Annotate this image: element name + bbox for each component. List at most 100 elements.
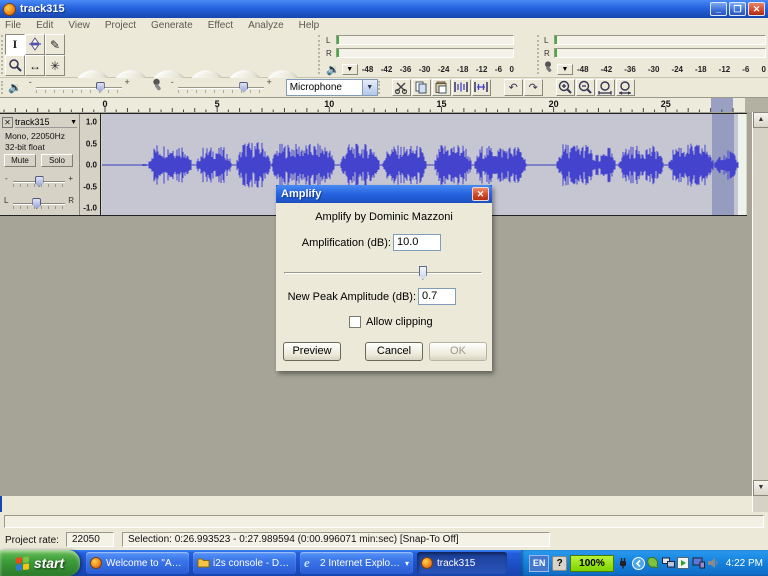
scroll-up-icon[interactable]: ▲ [753,112,768,128]
amplification-slider[interactable] [284,265,482,281]
dialog-title-bar[interactable]: Amplify ✕ [276,185,492,203]
language-indicator[interactable]: EN [529,555,549,572]
fit-project-button[interactable] [616,79,635,96]
track-close-button[interactable]: ✕ [2,117,13,128]
toolbar-grip[interactable] [318,35,321,74]
multi-tool[interactable]: ✳ [45,55,65,76]
toolbar-grip[interactable] [378,81,381,94]
restore-button[interactable]: ❐ [729,2,746,16]
track-menu-dropdown-icon[interactable]: ▼ [70,119,77,126]
menu-analyze[interactable]: Analyze [248,20,284,31]
menu-edit[interactable]: Edit [36,20,53,31]
zoom-out-button[interactable] [576,79,595,96]
silence-button[interactable] [472,79,491,96]
meter-scale-label: -12 [476,65,488,74]
task-2-internet-explorer[interactable]: e2 Internet Explorer▾ [300,552,413,574]
menu-file[interactable]: File [5,20,21,31]
meter-channel-label: L [326,36,336,45]
ok-button[interactable]: OK [429,342,487,361]
media-player-icon[interactable] [677,557,690,570]
toolbar-grip[interactable] [1,35,4,74]
audacity-window: track315 _ ❐ ✕ File Edit View Project Genera… [0,0,768,576]
output-meter-scale: -48-42-36-30-24-18-12-60 [362,65,514,74]
selection-tool[interactable]: I [5,34,25,55]
clock: 4:22 PM [726,558,763,569]
envelope-tool[interactable] [25,34,45,55]
solo-button[interactable]: Solo [41,154,73,167]
menu-effect[interactable]: Effect [208,20,233,31]
collapse-chevron-icon[interactable] [632,557,645,570]
start-button[interactable]: start [0,550,80,576]
task-track315[interactable]: track315 [417,552,507,574]
menu-help[interactable]: Help [299,20,320,31]
network-computers-icon[interactable] [662,557,675,570]
task-dropdown-icon[interactable]: ▾ [405,559,409,568]
vertical-scrollbar[interactable]: ▲ ▼ [752,112,768,512]
output-volume-slider[interactable]: - + [36,82,122,94]
menu-generate[interactable]: Generate [151,20,193,31]
minimize-button[interactable]: _ [710,2,727,16]
input-meter[interactable]: L R ▼ -48-42-36-30-24-18-12-60 [544,34,766,78]
tool-palette: I ✎↔✳ [5,34,65,76]
help-tray-icon[interactable]: ? [552,556,567,571]
paste-button[interactable] [432,79,451,96]
chevron-down-icon[interactable]: ▼ [362,80,377,95]
input-volume-slider[interactable]: - + [178,82,264,94]
messenger-icon[interactable] [647,557,660,570]
audacity-icon [421,557,433,569]
power-plug-icon[interactable] [617,557,630,570]
speaker-icon: 🔉 [326,63,340,76]
microphone-icon [544,61,555,77]
scroll-down-icon[interactable]: ▼ [753,480,768,496]
volume-icon[interactable] [707,557,720,570]
amplification-input[interactable]: 10.0 [393,234,441,251]
undo-button[interactable]: ↶ [504,79,523,96]
cut-button[interactable] [392,79,411,96]
input-source-combo[interactable]: Microphone ▼ [286,79,378,96]
trim-button[interactable] [452,79,471,96]
allow-clipping-checkbox[interactable] [349,316,361,328]
peak-amplitude-input[interactable]: 0.7 [418,288,456,305]
dialog-close-icon[interactable]: ✕ [472,187,489,201]
draw-tool[interactable]: ✎ [45,34,65,55]
menu-project[interactable]: Project [105,20,136,31]
meter-scale-label: -6 [495,65,502,74]
fit-selection-button[interactable] [596,79,615,96]
selection-status: Selection: 0:26.993523 - 0:27.989594 (0:… [122,532,550,547]
track-title[interactable]: track315▼ [15,117,77,128]
zoom-in-button[interactable] [556,79,575,96]
title-bar[interactable]: track315 _ ❐ ✕ [0,0,768,18]
task-label: track315 [437,558,503,569]
track-format-label: Mono, 22050Hz [5,131,65,141]
timeshift-tool[interactable]: ↔ [25,55,45,76]
cancel-button[interactable]: Cancel [365,342,423,361]
timeline-ruler[interactable]: 0510152025 [0,98,768,112]
input-meter-dropdown[interactable]: ▼ [557,64,573,75]
meter-scale-label: 0 [510,65,514,74]
vertical-ruler[interactable]: 1.00.50.0-0.5-1.0 [81,114,101,215]
task-label: i2s console - Devel... [213,558,292,569]
amplification-slider-thumb[interactable] [419,266,427,280]
pan-slider[interactable]: L R [13,198,65,210]
slider-min-label: - [29,77,32,87]
output-meter-dropdown[interactable]: ▼ [342,64,358,75]
project-rate-label: Project rate: [5,535,59,546]
gain-slider[interactable]: - + [13,176,65,188]
close-button[interactable]: ✕ [748,2,765,16]
speaker-icon: 🔉 [8,81,22,94]
preview-button[interactable]: Preview [283,342,341,361]
battery-indicator[interactable]: 100% [570,555,614,572]
toolbar-grip[interactable] [537,35,540,74]
toolbar-grip[interactable] [1,81,4,94]
slider-groove [178,87,264,89]
display-settings-icon[interactable] [692,557,705,570]
mute-button[interactable]: Mute [4,154,36,167]
task-welcome-to-auda-[interactable]: Welcome to "Auda... [86,552,189,574]
menu-view[interactable]: View [68,20,90,31]
vruler-label: 0.0 [86,161,97,170]
task-i2s-console-devel-[interactable]: i2s console - Devel... [193,552,296,574]
output-meter[interactable]: L R 🔉 ▼ -48-42-36-30-24-18-12-60 [326,34,514,78]
zoom-tool[interactable] [5,55,25,76]
copy-button[interactable] [412,79,431,96]
redo-button[interactable]: ↷ [524,79,543,96]
